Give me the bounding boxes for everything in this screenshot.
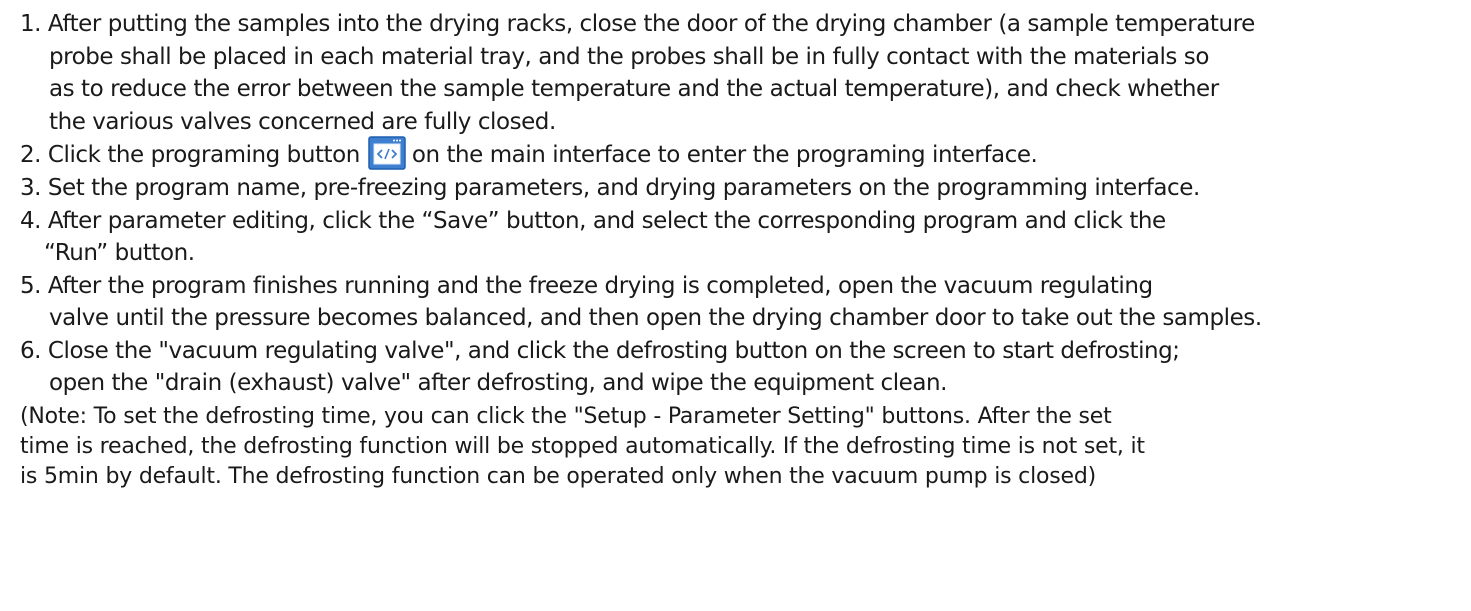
note-line-3: is 5min by default. The defrosting funct… bbox=[20, 463, 1096, 489]
note-line-1: (Note: To set the defrosting time, you c… bbox=[20, 403, 1112, 429]
step-2-text-after: on the main interface to enter the progr… bbox=[411, 141, 1038, 168]
step-4: 4. After parameter editing, click the “S… bbox=[20, 205, 1460, 270]
step-6-line-2: open the "drain (exhaust) valve" after d… bbox=[49, 370, 948, 396]
step-1-line-3: as to reduce the error between the sampl… bbox=[49, 76, 1219, 102]
step-6: 6. Close the "vacuum regulating valve", … bbox=[20, 335, 1460, 400]
step-1: 1. After putting the samples into the dr… bbox=[20, 8, 1460, 138]
step-4-line-2: “Run” button. bbox=[44, 240, 195, 266]
step-1-line-1: 1. After putting the samples into the dr… bbox=[20, 11, 1255, 37]
step-2: 2. Click the programing button on the ma… bbox=[20, 136, 1460, 172]
step-1-line-2: probe shall be placed in each material t… bbox=[49, 43, 1209, 70]
step-6-line-1: 6. Close the "vacuum regulating valve", … bbox=[20, 337, 1180, 364]
note-line-2: time is reached, the defrosting function… bbox=[20, 433, 1145, 459]
step-4-line-1: 4. After parameter editing, click the “S… bbox=[20, 207, 1166, 234]
step-5: 5. After the program finishes running an… bbox=[20, 270, 1460, 335]
step-5-line-2: valve until the pressure becomes balance… bbox=[49, 305, 1262, 331]
step-3-line-1: 3. Set the program name, pre-freezing pa… bbox=[20, 175, 1200, 201]
programming-button-icon bbox=[368, 136, 406, 170]
step-1-line-4: the various valves concerned are fully c… bbox=[49, 108, 556, 135]
step-3: 3. Set the program name, pre-freezing pa… bbox=[20, 172, 1460, 205]
step-5-line-1: 5. After the program finishes running an… bbox=[20, 272, 1153, 299]
note-paragraph: (Note: To set the defrosting time, you c… bbox=[20, 402, 1460, 492]
step-2-text-before: 2. Click the programing button bbox=[20, 141, 360, 168]
instruction-document: 1. After putting the samples into the dr… bbox=[20, 8, 1460, 492]
